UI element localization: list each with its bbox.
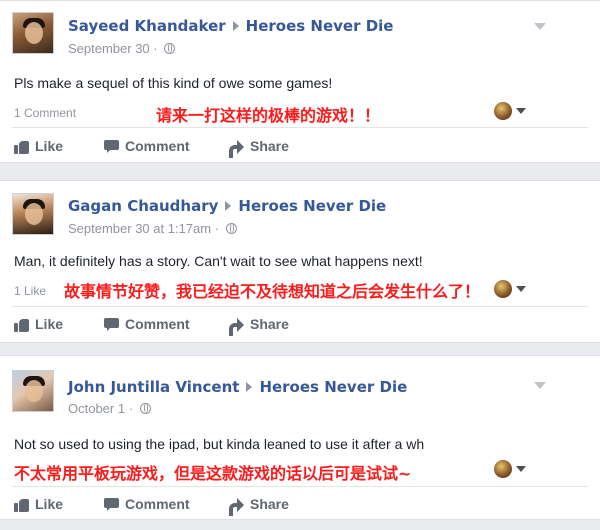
timestamp[interactable]: September 30: [68, 41, 150, 56]
comment-label: Comment: [125, 138, 190, 154]
avatar[interactable]: [12, 193, 54, 235]
chinese-caption: 请来一打这样的极棒的游戏！！: [156, 106, 381, 125]
post-text: Not so used to using the ipad, but kinda…: [14, 436, 425, 452]
share-arrow-icon: [228, 498, 244, 516]
reaction-avatar-icon[interactable]: [494, 280, 512, 298]
thumbs-up-icon: [14, 317, 29, 332]
feed-post: Sayeed Khandaker Heroes Never Die Septemb…: [0, 0, 600, 163]
comment-label: Comment: [125, 496, 190, 512]
thumbs-up-icon: [14, 497, 29, 512]
divider: [12, 127, 588, 128]
share-label: Share: [250, 496, 289, 512]
timestamp[interactable]: October 1: [68, 401, 125, 416]
post-header: John Juntilla Vincent Heroes Never Die: [68, 378, 407, 396]
chinese-caption: 故事情节好赞，我已经迫不及待想知道之后会发生什么了！: [64, 282, 481, 301]
chevron-down-icon[interactable]: [534, 23, 546, 30]
caret-right-icon: [232, 21, 239, 31]
chinese-caption: 不太常用平板玩游戏，但是这款游戏的话以后可是试试~: [14, 464, 412, 483]
speech-bubble-icon: [104, 498, 119, 512]
avatar-face: [25, 380, 43, 402]
feed-post: John Juntilla Vincent Heroes Never Die Oc…: [0, 355, 600, 520]
speech-bubble-icon: [104, 140, 119, 154]
chevron-down-icon[interactable]: [516, 286, 526, 292]
page-link[interactable]: Heroes Never Die: [246, 17, 394, 35]
share-button[interactable]: Share: [228, 496, 289, 516]
like-count[interactable]: 1 Like: [14, 284, 46, 298]
speech-bubble-icon: [104, 318, 119, 332]
timestamp[interactable]: September 30 at 1:17am: [68, 221, 211, 236]
share-button[interactable]: Share: [228, 138, 289, 158]
thumbs-up-icon: [14, 139, 29, 154]
globe-icon: [225, 223, 237, 234]
post-header: Gagan Chaudhary Heroes Never Die: [68, 197, 386, 215]
globe-icon: [164, 43, 176, 54]
chevron-down-icon[interactable]: [516, 466, 526, 472]
chevron-down-icon[interactable]: [516, 108, 526, 114]
page-link[interactable]: Heroes Never Die: [259, 378, 407, 396]
post-meta: October 1 ·: [68, 401, 151, 416]
divider: [12, 306, 588, 307]
post-meta: September 30 ·: [68, 41, 176, 56]
share-button[interactable]: Share: [228, 316, 289, 336]
divider: [12, 486, 588, 487]
avatar-face: [25, 203, 43, 225]
post-meta: September 30 at 1:17am ·: [68, 221, 237, 236]
post-text: Pls make a sequel of this kind of owe so…: [14, 75, 333, 91]
caret-right-icon: [225, 201, 232, 211]
page-link[interactable]: Heroes Never Die: [238, 197, 386, 215]
comment-button[interactable]: Comment: [104, 138, 190, 154]
comment-button[interactable]: Comment: [104, 496, 190, 512]
caret-right-icon: [246, 382, 253, 392]
like-button[interactable]: Like: [14, 496, 63, 512]
post-text: Man, it definitely has a story. Can't wa…: [14, 253, 423, 269]
globe-icon: [139, 403, 151, 414]
share-arrow-icon: [228, 140, 244, 158]
like-label: Like: [35, 138, 64, 154]
reaction-avatar-icon[interactable]: [494, 102, 512, 120]
like-label: Like: [35, 316, 64, 332]
comment-label: Comment: [125, 316, 190, 332]
avatar[interactable]: [12, 12, 54, 54]
like-button[interactable]: Like: [14, 316, 63, 332]
avatar[interactable]: [12, 370, 54, 412]
author-link[interactable]: John Juntilla Vincent: [68, 378, 239, 396]
like-button[interactable]: Like: [14, 138, 63, 154]
comment-count[interactable]: 1 Comment: [14, 106, 76, 120]
comment-button[interactable]: Comment: [104, 316, 190, 332]
reaction-avatar-icon[interactable]: [494, 460, 512, 478]
feed-post: Gagan Chaudhary Heroes Never Die Septembe…: [0, 180, 600, 343]
chevron-down-icon[interactable]: [534, 382, 546, 389]
like-label: Like: [35, 496, 64, 512]
share-label: Share: [250, 138, 289, 154]
share-label: Share: [250, 316, 289, 332]
post-header: Sayeed Khandaker Heroes Never Die: [68, 17, 393, 35]
avatar-face: [25, 22, 43, 44]
author-link[interactable]: Gagan Chaudhary: [68, 197, 218, 215]
author-link[interactable]: Sayeed Khandaker: [68, 17, 226, 35]
share-arrow-icon: [228, 318, 244, 336]
